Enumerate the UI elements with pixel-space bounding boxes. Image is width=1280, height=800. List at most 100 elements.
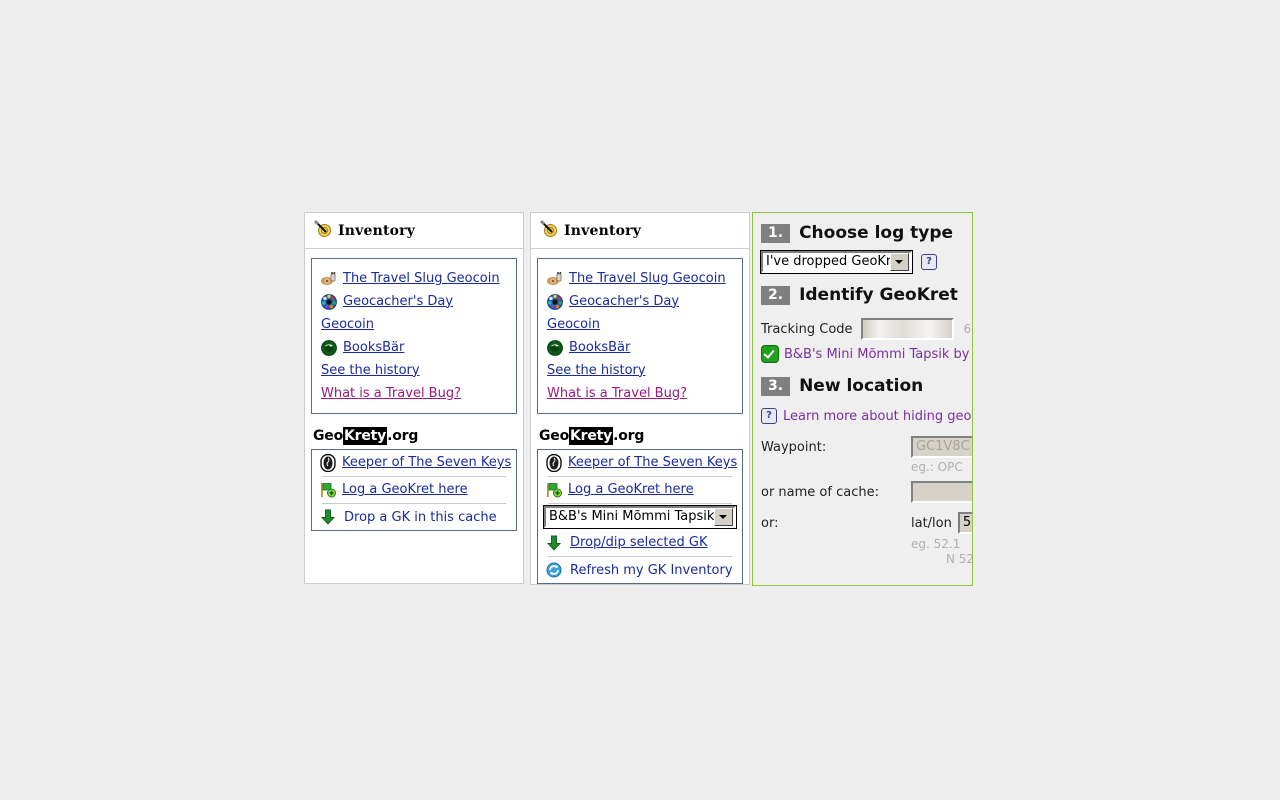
log-type-row[interactable]: I've dropped GeoKret ? xyxy=(760,250,972,274)
list-item[interactable]: See the history xyxy=(538,359,742,382)
geokrety-logo: GeoKrety.org xyxy=(539,427,749,445)
inventory-item-link[interactable]: The Travel Slug Geocoin xyxy=(569,270,726,288)
down-arrow-icon xyxy=(546,535,562,551)
cache-name-label: or name of cache: xyxy=(761,484,879,500)
inventory-item-link[interactable]: Geocoin xyxy=(321,316,374,334)
what-is-travel-bug-link[interactable]: What is a Travel Bug? xyxy=(547,385,687,403)
latlon-label: lat/lon xyxy=(911,515,952,531)
waypoint-hint: eg.: OPC xyxy=(911,460,963,474)
geokrety-actions-box: Keeper of The Seven Keys Log a GeoKret h… xyxy=(311,449,517,531)
inventory-header: Inventory xyxy=(531,213,749,249)
step-number-badge: 3. xyxy=(761,376,791,396)
booksbaer-geocoin-icon xyxy=(321,339,337,356)
green-check-icon xyxy=(761,345,779,363)
drop-gk-label: Drop a GK in this cache xyxy=(344,509,497,525)
list-item[interactable]: BooksBär xyxy=(312,336,516,359)
drop-gk-row[interactable]: Drop a GK in this cache xyxy=(312,504,516,530)
tracking-code-hint: 6 c xyxy=(963,322,972,336)
latlon-hint-1: eg. 52.1 xyxy=(911,537,961,551)
logo-highlight: Krety xyxy=(569,427,614,445)
inventory-title: Inventory xyxy=(564,222,642,239)
logo-suffix: .org xyxy=(387,428,419,444)
page-root: Inventory The Travel Slug Geocoin Geocac… xyxy=(0,0,1280,800)
log-type-select[interactable]: I've dropped GeoKret xyxy=(760,250,913,274)
cache-name-row[interactable]: or name of cache: xyxy=(761,481,972,503)
waypoint-input[interactable]: GC1V8C xyxy=(911,436,972,458)
geokret-keeper-row[interactable]: Keeper of The Seven Keys xyxy=(312,450,516,476)
geokret-keeper-link[interactable]: Keeper of The Seven Keys xyxy=(342,454,511,472)
help-question-icon[interactable]: ? xyxy=(921,254,937,270)
step-3-header: 3. New location xyxy=(761,376,972,396)
down-arrow-icon xyxy=(320,509,336,525)
log-form-panel: 1. Choose log type I've dropped GeoKret … xyxy=(752,212,973,586)
geokret-keeper-link[interactable]: Keeper of The Seven Keys xyxy=(568,454,737,472)
geokrety-actions-box: Keeper of The Seven Keys Log a GeoKret h… xyxy=(537,449,743,584)
step-number-badge: 1. xyxy=(761,223,791,243)
tracking-code-label: Tracking Code xyxy=(761,321,853,337)
list-item[interactable]: Geocoin xyxy=(538,313,742,336)
learn-more-link[interactable]: Learn more about hiding geokr xyxy=(783,409,972,424)
log-geokret-row[interactable]: Log a GeoKret here xyxy=(312,477,516,503)
list-item[interactable]: What is a Travel Bug? xyxy=(312,382,516,405)
geokret-keeper-icon xyxy=(320,453,336,473)
cache-name-input[interactable] xyxy=(911,481,972,503)
tracking-code-input[interactable] xyxy=(860,318,954,340)
geocoin-pen-icon xyxy=(539,219,559,243)
list-item[interactable]: BooksBär xyxy=(538,336,742,359)
drop-dip-selected-gk-link[interactable]: Drop/dip selected GK xyxy=(570,534,708,552)
list-item[interactable]: Geocacher's Day xyxy=(312,290,516,313)
inventory-item-link[interactable]: BooksBär xyxy=(569,339,630,357)
list-item[interactable]: Geocacher's Day xyxy=(538,290,742,313)
what-is-travel-bug-link[interactable]: What is a Travel Bug? xyxy=(321,385,461,403)
list-item[interactable]: The Travel Slug Geocoin xyxy=(312,267,516,290)
geocachers-day-geocoin-icon xyxy=(321,293,337,310)
inventory-history-link[interactable]: See the history xyxy=(547,362,646,380)
inventory-item-link[interactable]: The Travel Slug Geocoin xyxy=(343,270,500,288)
inventory-item-link[interactable]: Geocoin xyxy=(547,316,600,334)
list-item[interactable]: See the history xyxy=(312,359,516,382)
waypoint-row[interactable]: Waypoint: GC1V8C xyxy=(761,436,972,458)
gk-select-row[interactable]: B&B's Mini Mõmmi Tapsik xyxy=(538,504,742,530)
geokret-match-text[interactable]: B&B's Mini Mõmmi Tapsik by B xyxy=(784,347,972,362)
geocoin-pen-icon xyxy=(313,219,333,243)
list-item[interactable]: Geocoin xyxy=(312,313,516,336)
refresh-inventory-row[interactable]: Refresh my GK Inventory xyxy=(538,557,742,583)
log-type-value: I've dropped GeoKret xyxy=(766,254,890,269)
step-2-header: 2. Identify GeoKret xyxy=(761,285,972,305)
log-geokret-row[interactable]: Log a GeoKret here xyxy=(538,477,742,503)
tracking-code-row[interactable]: Tracking Code 6 c xyxy=(761,318,972,340)
inventory-title: Inventory xyxy=(338,222,416,239)
inventory-item-link[interactable]: Geocacher's Day xyxy=(343,293,453,311)
help-question-icon[interactable]: ? xyxy=(761,408,777,424)
logo-highlight: Krety xyxy=(343,427,388,445)
green-flag-add-icon xyxy=(320,482,336,498)
inventory-header: Inventory xyxy=(305,213,523,249)
latlon-row[interactable]: or: lat/lon 5 xyxy=(761,512,972,534)
inventory-history-link[interactable]: See the history xyxy=(321,362,420,380)
learn-more-row[interactable]: ? Learn more about hiding geokr xyxy=(761,408,972,424)
inventory-panel-right: Inventory The Travel Slug Geocoin Geocac… xyxy=(530,212,750,585)
geocachers-day-geocoin-icon xyxy=(547,293,563,310)
geokret-keeper-row[interactable]: Keeper of The Seven Keys xyxy=(538,450,742,476)
log-geokret-link[interactable]: Log a GeoKret here xyxy=(342,481,468,499)
geokret-keeper-icon xyxy=(546,453,562,473)
inventory-panel-left: Inventory The Travel Slug Geocoin Geocac… xyxy=(304,212,524,584)
inventory-list: The Travel Slug Geocoin Geocacher's Day … xyxy=(537,258,743,414)
gk-select-value: B&B's Mini Mõmmi Tapsik xyxy=(549,509,715,524)
inventory-list: The Travel Slug Geocoin Geocacher's Day … xyxy=(311,258,517,414)
step-2-title: Identify GeoKret xyxy=(799,285,958,305)
list-item[interactable]: What is a Travel Bug? xyxy=(538,382,742,405)
inventory-item-link[interactable]: BooksBär xyxy=(343,339,404,357)
step-1-title: Choose log type xyxy=(799,223,954,243)
chevron-down-icon[interactable] xyxy=(890,253,909,271)
geokrety-logo: GeoKrety.org xyxy=(313,427,523,445)
chevron-down-icon[interactable] xyxy=(714,508,734,526)
inventory-item-link[interactable]: Geocacher's Day xyxy=(569,293,679,311)
list-item[interactable]: The Travel Slug Geocoin xyxy=(538,267,742,290)
or-label: or: xyxy=(761,515,779,531)
latlon-input[interactable]: 5 xyxy=(957,512,972,534)
drop-dip-row[interactable]: Drop/dip selected GK xyxy=(538,530,742,556)
log-geokret-link[interactable]: Log a GeoKret here xyxy=(568,481,694,499)
gk-select[interactable]: B&B's Mini Mõmmi Tapsik xyxy=(542,505,738,529)
green-flag-add-icon xyxy=(546,482,562,498)
